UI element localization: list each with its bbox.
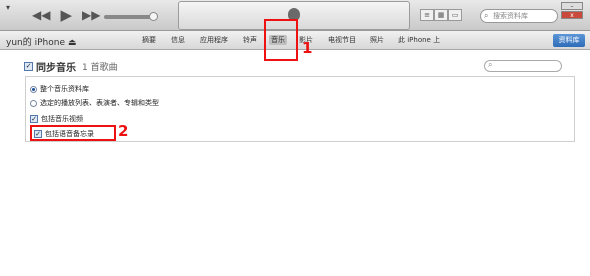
- voice-memo-highlight: [30, 125, 116, 141]
- sync-music-checkbox[interactable]: ✓ 同步音乐 1 首歌曲: [24, 59, 118, 74]
- tab-summary[interactable]: 摘要: [140, 35, 158, 45]
- close-icon[interactable]: x: [561, 11, 583, 19]
- search-placeholder: 搜索资料库: [493, 12, 528, 20]
- eject-icon[interactable]: ⏏: [68, 38, 77, 48]
- annotation-number-2: 2: [118, 122, 129, 140]
- checkbox-checked-icon[interactable]: ✓: [24, 62, 33, 71]
- tab-ringtones[interactable]: 铃声: [241, 35, 259, 45]
- checkbox-checked-icon[interactable]: ✓: [30, 115, 38, 123]
- radio-unselected-icon[interactable]: [30, 99, 37, 107]
- view-buttons: ≡ ▦ ▭: [420, 9, 462, 21]
- tab-on-this-iphone[interactable]: 此 iPhone 上: [396, 35, 442, 45]
- search-icon: ⌕: [484, 11, 489, 20]
- volume-slider[interactable]: [104, 12, 158, 21]
- sync-title: 同步音乐: [36, 63, 76, 74]
- annotation-number-1: 1: [302, 39, 313, 57]
- song-count: 1 首歌曲: [82, 63, 118, 73]
- search-icon: ⌕: [488, 60, 493, 69]
- music-tab-highlight: [264, 19, 298, 61]
- tab-photos[interactable]: 照片: [368, 35, 386, 45]
- coverflow-view-icon[interactable]: ▭: [448, 9, 462, 21]
- device-name[interactable]: yun的 iPhone ⏏: [6, 35, 76, 48]
- grid-view-icon[interactable]: ▦: [434, 9, 448, 21]
- search-input[interactable]: ⌕ 搜索资料库: [480, 9, 558, 23]
- option-include-videos[interactable]: ✓ 包括音乐视频: [30, 114, 83, 124]
- option-label: 整个音乐资料库: [40, 85, 89, 93]
- system-menu-icon[interactable]: ▾: [6, 3, 10, 12]
- tab-tv-shows[interactable]: 电视节目: [326, 35, 358, 45]
- tab-info[interactable]: 信息: [169, 35, 187, 45]
- rewind-icon[interactable]: ◀◀: [32, 9, 50, 21]
- option-entire-library[interactable]: 整个音乐资料库: [30, 84, 89, 94]
- device-name-label: yun的 iPhone: [6, 38, 65, 48]
- window-controls: – x: [561, 2, 587, 19]
- fast-forward-icon[interactable]: ▶▶: [82, 9, 100, 21]
- list-view-icon[interactable]: ≡: [420, 9, 434, 21]
- library-button[interactable]: 资料库: [553, 34, 585, 47]
- radio-selected-icon[interactable]: [30, 85, 37, 93]
- option-selected-playlists[interactable]: 选定的播放列表、表演者、专辑和类型: [30, 98, 159, 108]
- play-icon[interactable]: ▶: [60, 8, 72, 23]
- tab-apps[interactable]: 应用程序: [198, 35, 230, 45]
- filter-input[interactable]: ⌕: [484, 60, 562, 72]
- option-label: 选定的播放列表、表演者、专辑和类型: [40, 99, 159, 107]
- minimize-icon[interactable]: –: [561, 2, 583, 10]
- option-label: 包括音乐视频: [41, 115, 83, 123]
- playback-controls: ◀◀ ▶ ▶▶: [32, 8, 100, 23]
